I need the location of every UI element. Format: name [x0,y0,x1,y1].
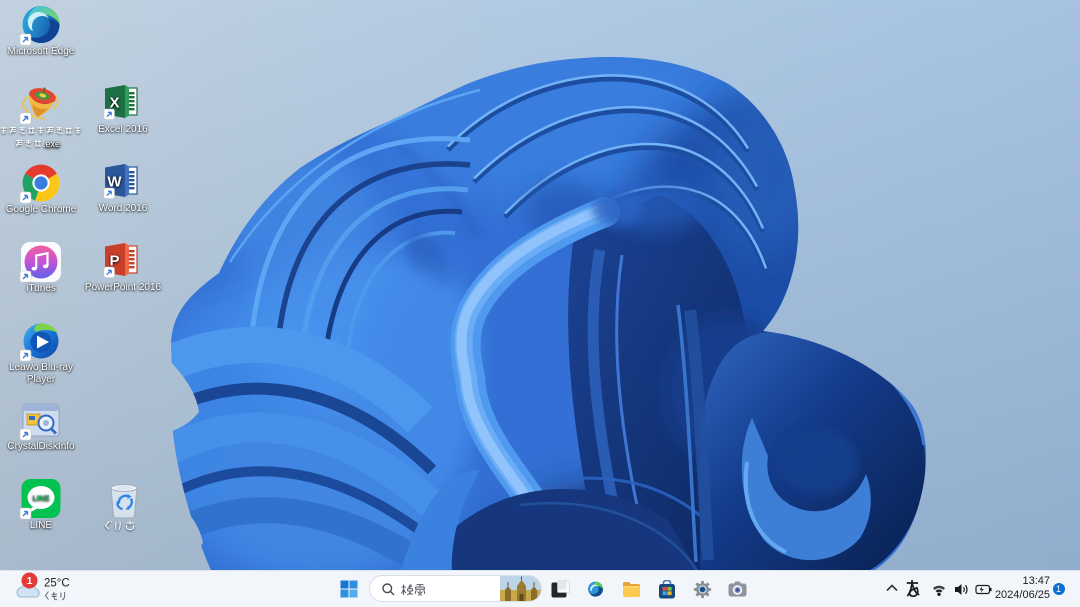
svg-text:LINE: LINE [32,494,49,503]
svg-text:1: 1 [27,575,33,587]
svg-text:25°C: 25°C [44,578,70,590]
svg-text:.exe: .exe [43,139,60,149]
